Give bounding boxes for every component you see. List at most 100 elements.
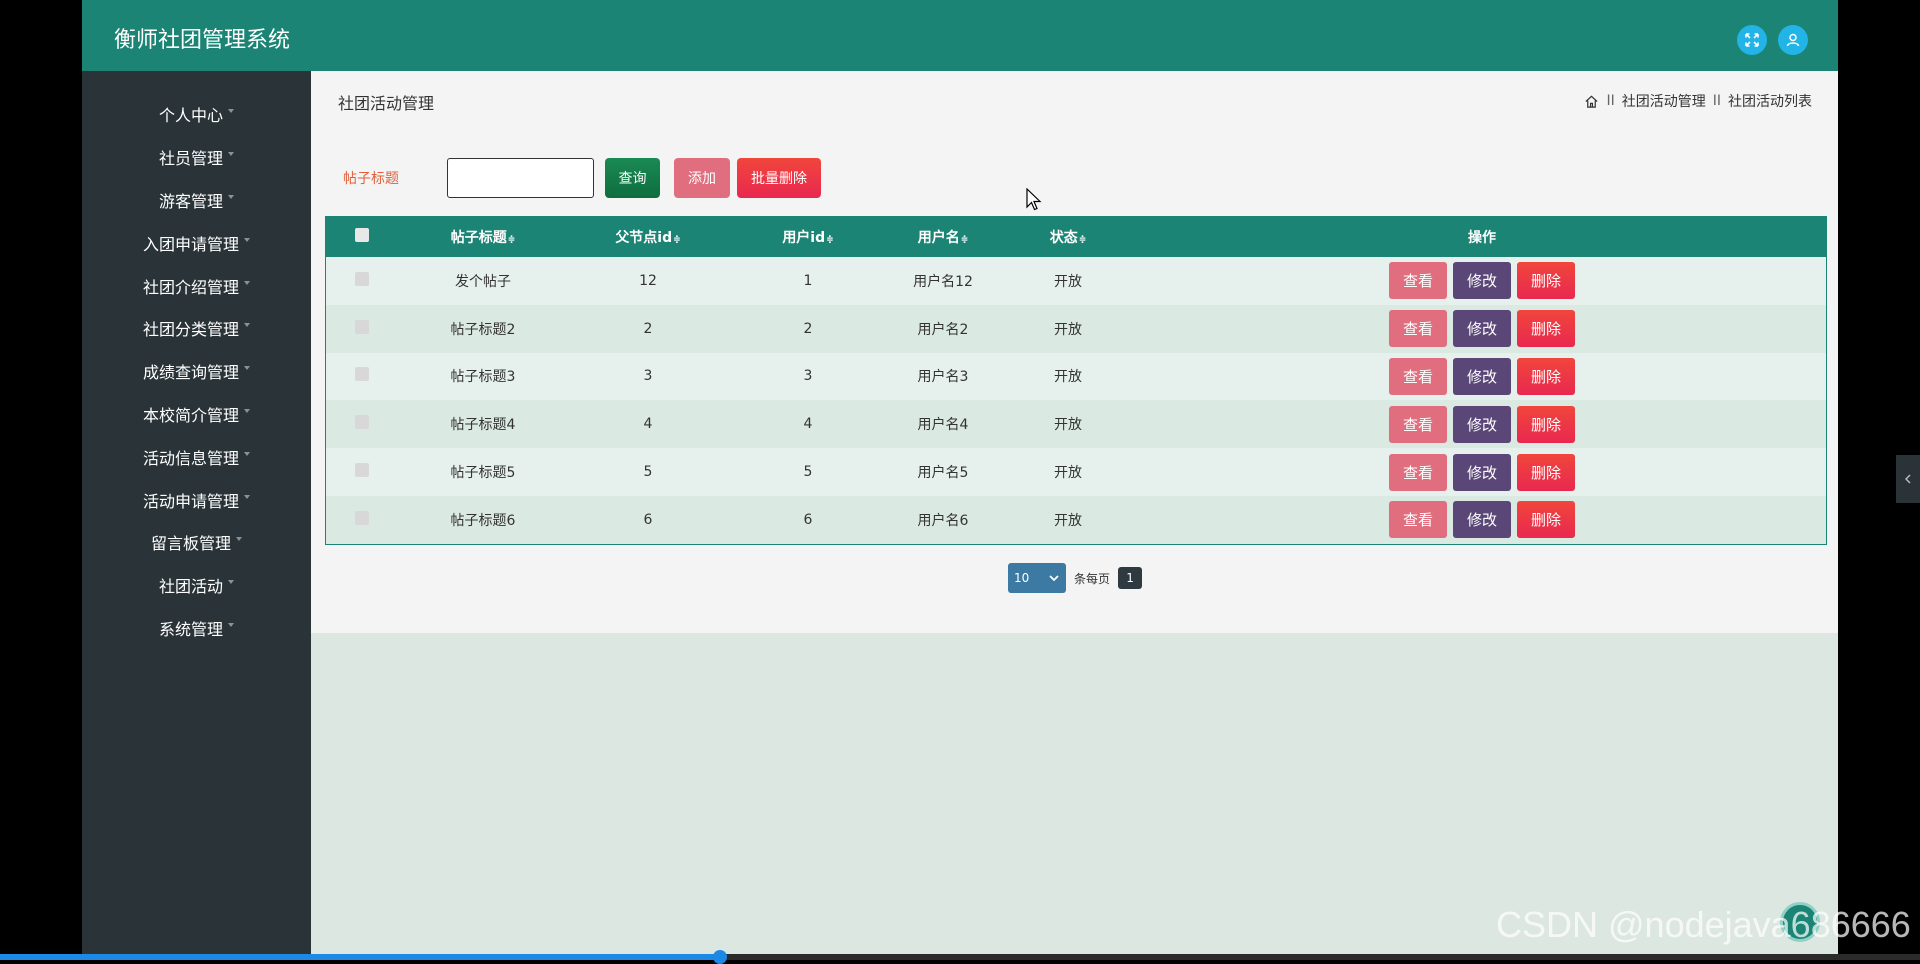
chevron-left-icon [1904,474,1911,484]
query-button[interactable]: 查询 [605,158,660,198]
sidebar-item-member-management[interactable]: 社员管理 [82,136,311,179]
sidebar-item-grade-query[interactable]: 成绩查询管理 [82,350,311,393]
delete-button[interactable]: 删除 [1517,357,1575,395]
cell-user-id: 4 [803,416,813,433]
cell-title: 发个帖子 [455,273,511,290]
sidebar-item-join-application[interactable]: 入团申请管理 [82,221,311,264]
select-all-checkbox[interactable] [355,228,369,242]
top-bar: 衡师社团管理系统 [82,0,1838,71]
row-checkbox[interactable] [355,415,369,430]
caret-down-icon [228,580,234,585]
view-button[interactable]: 查看 [1389,501,1447,539]
edit-button[interactable]: 修改 [1453,453,1511,491]
breadcrumb: II 社团活动管理 II 社团活动列表 [1584,91,1812,111]
row-checkbox[interactable] [355,510,369,525]
sort-icon: ≑ [507,235,516,245]
sidebar-item-system-management[interactable]: 系统管理 [82,607,311,650]
cell-parent-id: 2 [643,320,653,337]
edit-button[interactable]: 修改 [1453,501,1511,539]
caret-down-icon [236,537,242,542]
view-button[interactable]: 查看 [1389,453,1447,491]
cell-parent-id: 4 [643,416,653,433]
add-button[interactable]: 添加 [674,158,730,198]
breadcrumb-separator: II [1606,93,1615,109]
table-row: 帖子标题5 5 5 用户名5 开放 查看 修改 删除 [326,448,1826,496]
search-label: 帖子标题 [343,171,399,187]
caret-down-icon [244,451,250,456]
header-select-all[interactable] [326,217,398,257]
sort-icon: ≑ [960,235,969,245]
edit-button[interactable]: 修改 [1453,310,1511,348]
fullscreen-button[interactable] [1737,25,1767,55]
row-checkbox[interactable] [355,319,369,334]
cell-title: 帖子标题6 [450,512,516,529]
breadcrumb-item-club-activity[interactable]: 社团活动管理 [1622,91,1706,111]
mouse-cursor-icon [1026,188,1042,211]
row-checkbox[interactable] [355,271,369,286]
header-parent-id[interactable]: 父节点id≑ [568,217,728,257]
header-username[interactable]: 用户名≑ [888,217,998,257]
side-panel-toggle[interactable] [1896,455,1920,503]
sidebar-item-club-intro[interactable]: 社团介绍管理 [82,264,311,307]
table-row: 帖子标题6 6 6 用户名6 开放 查看 修改 删除 [326,495,1826,544]
per-page-label: 条每页 [1074,571,1111,586]
cell-user-id: 3 [803,368,813,385]
edit-button[interactable]: 修改 [1453,357,1511,395]
data-table: 帖子标题≑ 父节点id≑ 用户id≑ 用户名≑ 状态≑ 操作 发个帖子 12 1 [325,216,1827,545]
page-number-current[interactable]: 1 [1118,567,1143,589]
cell-status: 开放 [1054,465,1082,482]
sidebar-item-activity-application[interactable]: 活动申请管理 [82,478,311,521]
page-title: 社团活动管理 [338,94,435,113]
user-button[interactable] [1778,25,1808,55]
video-progress-handle[interactable] [713,950,727,964]
batch-delete-button[interactable]: 批量删除 [737,158,821,198]
row-checkbox[interactable] [355,367,369,382]
breadcrumb-separator: II [1712,93,1721,109]
cell-user-id: 1 [803,272,813,289]
sidebar-item-club-activity[interactable]: 社团活动 [82,564,311,607]
cell-status: 开放 [1054,321,1082,338]
sidebar-item-message-board[interactable]: 留言板管理 [82,521,311,564]
edit-button[interactable]: 修改 [1453,405,1511,443]
home-icon[interactable] [1584,94,1599,109]
search-input[interactable] [447,158,594,198]
sidebar-item-personal-center[interactable]: 个人中心 [82,93,311,136]
fullscreen-icon [1745,33,1759,47]
view-button[interactable]: 查看 [1389,262,1447,300]
cell-user-id: 6 [803,511,813,528]
caret-down-icon [228,109,234,114]
view-button[interactable]: 查看 [1389,357,1447,395]
delete-button[interactable]: 删除 [1517,501,1575,539]
pagination: 10 条每页 1 [1008,563,1143,593]
header-user-id[interactable]: 用户id≑ [728,217,888,257]
cell-username: 用户名3 [917,369,969,386]
sidebar-item-visitor-management[interactable]: 游客管理 [82,179,311,222]
edit-button[interactable]: 修改 [1453,262,1511,300]
cell-parent-id: 6 [643,511,653,528]
delete-button[interactable]: 删除 [1517,310,1575,348]
main-content: 社团活动管理 II 社团活动管理 II 社团活动列表 帖子标题 查询 添加 批量… [311,71,1838,633]
sort-icon: ≑ [826,235,834,245]
header-post-title[interactable]: 帖子标题≑ [398,217,568,257]
sidebar-item-club-category[interactable]: 社团分类管理 [82,307,311,350]
sort-icon: ≑ [1078,235,1087,245]
cell-username: 用户名4 [917,417,969,434]
caret-down-icon [228,622,234,627]
table-row: 发个帖子 12 1 用户名12 开放 查看 修改 删除 [326,257,1826,305]
cell-user-id: 2 [803,320,813,337]
delete-button[interactable]: 删除 [1517,405,1575,443]
row-checkbox[interactable] [355,463,369,478]
view-button[interactable]: 查看 [1389,405,1447,443]
caret-down-icon [244,408,250,413]
header-status[interactable]: 状态≑ [998,217,1138,257]
sidebar-item-school-intro[interactable]: 本校简介管理 [82,393,311,436]
view-button[interactable]: 查看 [1389,310,1447,348]
delete-button[interactable]: 删除 [1517,453,1575,491]
page-size-select[interactable]: 10 [1008,563,1066,593]
table-row: 帖子标题4 4 4 用户名4 开放 查看 修改 删除 [326,400,1826,449]
watermark: CSDN @nodejava686666 [1496,904,1911,945]
cell-title: 帖子标题4 [450,417,516,434]
delete-button[interactable]: 删除 [1517,262,1575,300]
cell-status: 开放 [1054,369,1082,386]
sidebar-item-activity-info[interactable]: 活动信息管理 [82,435,311,478]
